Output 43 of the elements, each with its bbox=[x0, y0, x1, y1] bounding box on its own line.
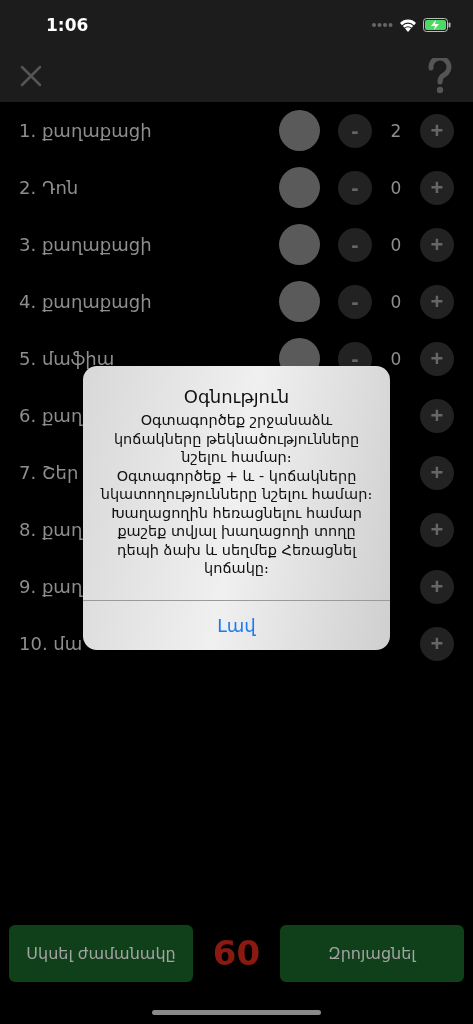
player-name: 9. քաղ bbox=[19, 576, 83, 597]
close-icon[interactable] bbox=[20, 65, 42, 87]
player-name: 10. մա bbox=[19, 633, 83, 654]
minus-button[interactable]: - bbox=[338, 284, 372, 319]
plus-button[interactable]: + bbox=[420, 398, 454, 433]
minus-button[interactable]: - bbox=[338, 113, 372, 148]
reset-button[interactable]: Զրոյացնել bbox=[280, 924, 464, 982]
ok-button[interactable]: Լավ bbox=[83, 599, 390, 650]
plus-button[interactable]: + bbox=[420, 113, 454, 148]
plus-button[interactable]: + bbox=[420, 512, 454, 547]
player-name: 8. քաղ bbox=[19, 519, 83, 540]
dialog-message: Օգտագործեք շրջանաձև կոճակները թեկնածությունները նշելու համար։ bbox=[112, 411, 361, 467]
player-name: 5. մաֆիա bbox=[19, 348, 115, 369]
minus-button[interactable]: - bbox=[338, 170, 372, 205]
player-name: 7. Շեր bbox=[19, 462, 79, 483]
plus-button[interactable]: + bbox=[420, 569, 454, 604]
plus-button[interactable]: + bbox=[420, 284, 454, 319]
warning-count: 0 bbox=[389, 234, 403, 255]
warning-count: 2 bbox=[389, 120, 403, 141]
player-name: 4. քաղաքացի bbox=[19, 291, 152, 312]
dialog-message: Օգտագործեք + և - կոճակները նկատողությունները նշելու համար։ bbox=[99, 466, 374, 504]
warning-count: 0 bbox=[389, 177, 403, 198]
player-name: 6. քաղ bbox=[19, 405, 83, 426]
wifi-icon bbox=[399, 18, 417, 32]
plus-button[interactable]: + bbox=[420, 227, 454, 262]
plus-button[interactable]: + bbox=[420, 455, 454, 490]
start-timer-button[interactable]: Սկսել ժամանակը bbox=[9, 924, 193, 982]
status-time: 1:06 bbox=[46, 15, 89, 35]
plus-button[interactable]: + bbox=[420, 170, 454, 205]
help-icon[interactable] bbox=[427, 58, 453, 94]
plus-button[interactable]: + bbox=[420, 626, 454, 661]
minus-button[interactable]: - bbox=[338, 227, 372, 262]
player-name: 3. քաղաքացի bbox=[19, 234, 152, 255]
signal-icon bbox=[371, 22, 393, 28]
warning-count: 0 bbox=[389, 291, 403, 312]
player-name: 1. քաղաքացի bbox=[19, 120, 152, 141]
dialog-title: Օգնություն bbox=[182, 385, 291, 409]
player-name: 2. Դոն bbox=[19, 177, 79, 198]
timer-value: 60 bbox=[212, 933, 261, 973]
dialog-message: Խաղացողին հեռացնելու համար քաշեք տվյալ խաղացողի տողը դեպի ձախ և սեղմեք Հեռացնել կոճակը։ bbox=[110, 503, 363, 578]
warning-count: 0 bbox=[389, 348, 403, 369]
battery-charging-icon bbox=[423, 18, 451, 32]
plus-button[interactable]: + bbox=[420, 341, 454, 376]
